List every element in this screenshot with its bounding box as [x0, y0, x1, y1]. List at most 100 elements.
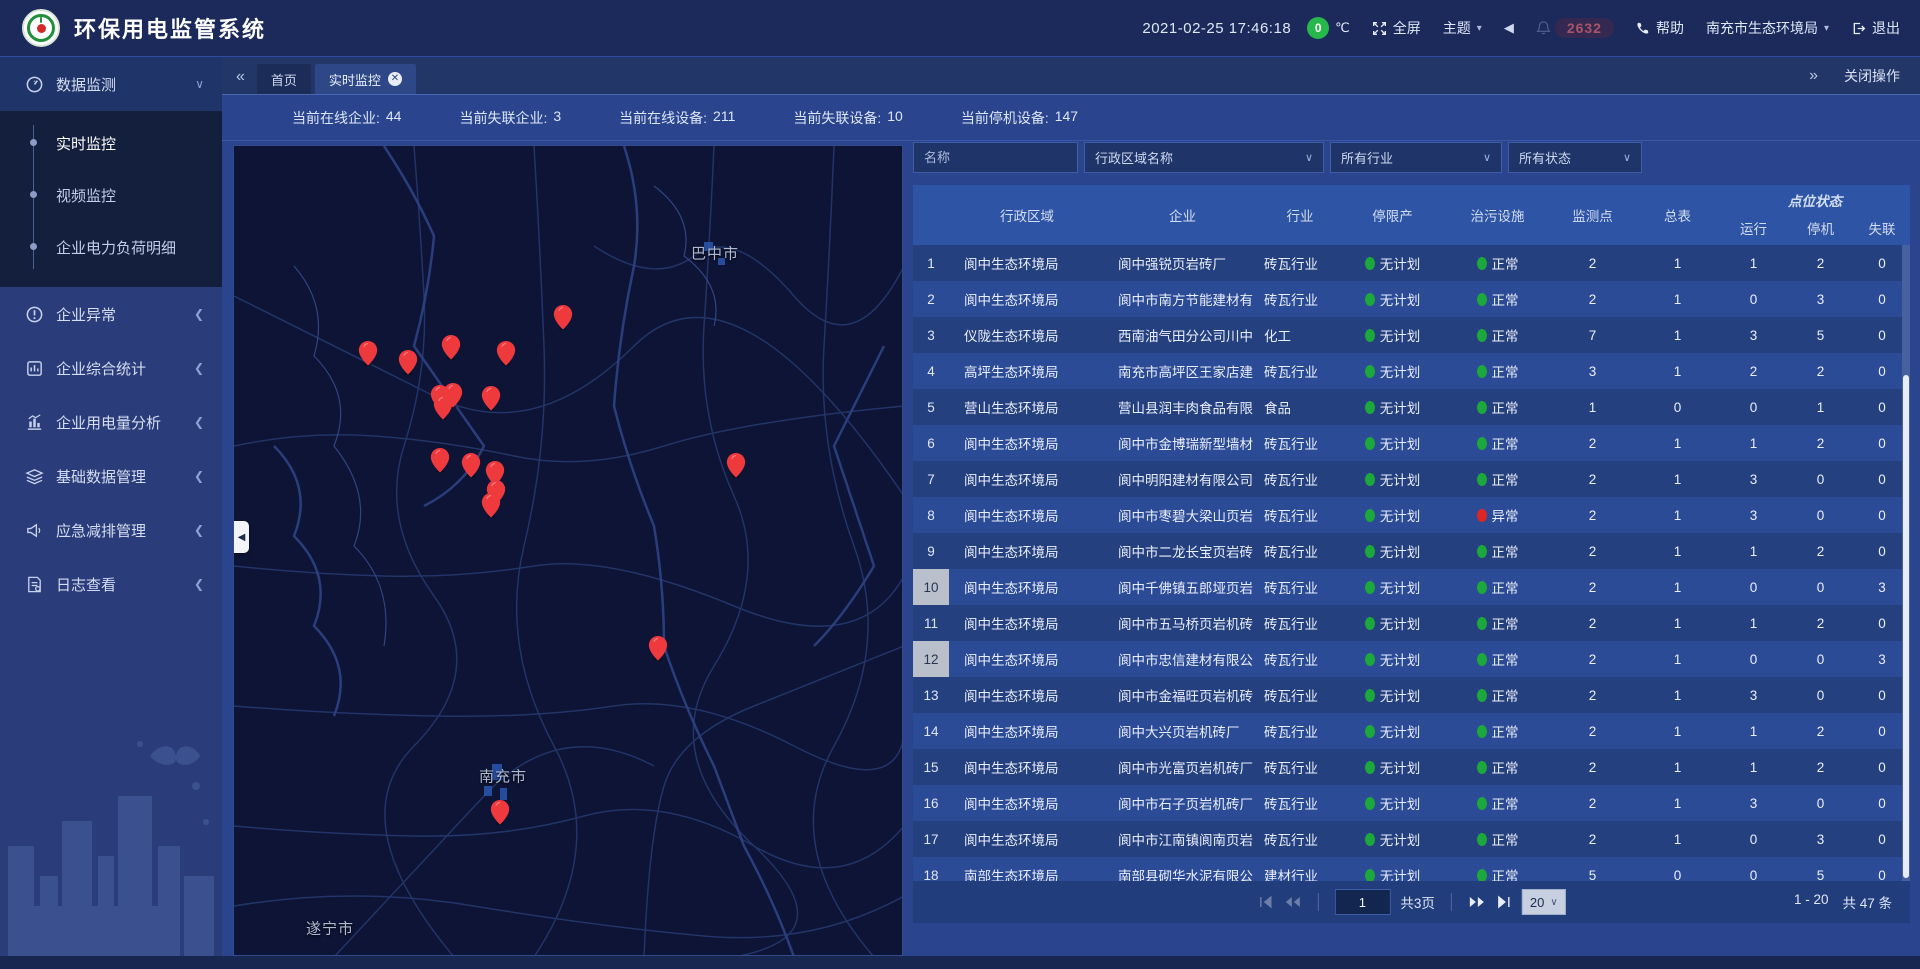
sidebar-group-2[interactable]: 企业综合统计❮ [0, 341, 222, 395]
table-scrollbar[interactable] [1902, 245, 1910, 882]
sidebar-group-0[interactable]: 数据监测∨ [0, 57, 222, 111]
sidebar-group-6[interactable]: 日志查看❮ [0, 557, 222, 611]
first-page-button[interactable] [1257, 895, 1273, 909]
table-row[interactable]: 1阆中生态环境局阆中强锐页岩砖厂砖瓦行业无计划正常21120 [913, 245, 1910, 281]
table-row[interactable]: 15阆中生态环境局阆中市光富页岩机砖厂砖瓦行业无计划正常21120 [913, 749, 1910, 785]
map-marker-icon[interactable] [490, 799, 510, 826]
temperature-unit: ℃ [1335, 20, 1350, 36]
megaphone-icon [24, 521, 44, 540]
table-row[interactable]: 4高坪生态环境局南充市高坪区王家店建砖瓦行业无计划正常31220 [913, 353, 1910, 389]
name-filter-field[interactable] [913, 142, 1078, 173]
fullscreen-button[interactable]: 全屏 [1372, 18, 1421, 38]
table-row[interactable]: 11阆中生态环境局阆中市五马桥页岩机砖砖瓦行业无计划正常21120 [913, 605, 1910, 641]
cell-run: 0 [1720, 389, 1787, 425]
cell-facility-status: 异常 [1445, 497, 1550, 533]
map-marker-icon[interactable] [481, 385, 501, 412]
cell-company: 西南油气田分公司川中 [1105, 317, 1260, 353]
sidebar-item-实时监控[interactable]: 实时监控 [0, 117, 222, 169]
table-row[interactable]: 12阆中生态环境局阆中市忠信建材有限公砖瓦行业无计划正常21003 [913, 641, 1910, 677]
status-dot-icon [1477, 545, 1487, 558]
close-operations-button[interactable]: 关闭操作 [1844, 66, 1900, 86]
help-button[interactable]: 帮助 [1636, 18, 1684, 38]
sidebar-group-3[interactable]: 企业用电量分析❮ [0, 395, 222, 449]
industry-filter-select[interactable]: 所有行业 ∨ [1330, 142, 1502, 173]
close-tab-icon[interactable]: ✕ [388, 72, 402, 86]
sidebar-menu: 数据监测∨实时监控视频监控企业电力负荷明细企业异常❮企业综合统计❮企业用电量分析… [0, 57, 222, 611]
org-dropdown[interactable]: 南充市生态环境局 ▾ [1706, 18, 1829, 38]
status-filter-select[interactable]: 所有状态 ∨ [1508, 142, 1642, 173]
cell-region: 阆中生态环境局 [949, 569, 1105, 605]
notification-area[interactable]: 2632 [1536, 18, 1614, 38]
cell-halt: 2 [1787, 425, 1854, 461]
map-marker-icon[interactable] [358, 340, 378, 367]
sidebar-submenu: 实时监控视频监控企业电力负荷明细 [0, 111, 222, 287]
table-row[interactable]: 5营山生态环境局营山县润丰肉食品有限食品无计划正常10010 [913, 389, 1910, 425]
tabs-scroll-right-icon[interactable]: » [1809, 67, 1818, 85]
region-filter-select[interactable]: 行政区域名称 ∨ [1084, 142, 1324, 173]
table-row[interactable]: 8阆中生态环境局阆中市枣碧大梁山页岩砖瓦行业无计划异常21300 [913, 497, 1910, 533]
table-row[interactable]: 7阆中生态环境局阆中明阳建材有限公司砖瓦行业无计划正常21300 [913, 461, 1910, 497]
tab-实时监控[interactable]: 实时监控✕ [315, 64, 416, 94]
cell-meters: 1 [1635, 569, 1720, 605]
table-row[interactable]: 14阆中生态环境局阆中大兴页岩机砖厂砖瓦行业无计划正常21120 [913, 713, 1910, 749]
map-marker-icon[interactable] [481, 492, 501, 519]
map-marker-icon[interactable] [726, 452, 746, 479]
status-dot-icon [1365, 761, 1375, 774]
cell-industry: 砖瓦行业 [1260, 641, 1340, 677]
tab-首页[interactable]: 首页 [257, 64, 311, 94]
table-row[interactable]: 10阆中生态环境局阆中千佛镇五郎垭页岩砖瓦行业无计划正常21003 [913, 569, 1910, 605]
map-collapse-button[interactable]: ◀ [234, 521, 249, 553]
cell-stop-status: 无计划 [1340, 641, 1445, 677]
table-row[interactable]: 16阆中生态环境局阆中市石子页岩机砖厂砖瓦行业无计划正常21300 [913, 785, 1910, 821]
map-marker-icon[interactable] [496, 340, 516, 367]
last-page-button[interactable] [1496, 895, 1512, 909]
cell-region: 营山生态环境局 [949, 389, 1105, 425]
page-number-input[interactable] [1334, 889, 1390, 915]
cell-points: 5 [1550, 857, 1635, 882]
sidebar-group-5[interactable]: 应急减排管理❮ [0, 503, 222, 557]
theme-dropdown[interactable]: 主题 ▾ [1443, 18, 1482, 38]
scrollbar-thumb[interactable] [1903, 375, 1909, 878]
status-dot-icon [1477, 869, 1487, 882]
mute-speaker-icon[interactable]: ◀ [1504, 20, 1514, 36]
status-dot-icon [1365, 581, 1375, 594]
cell-facility-status: 正常 [1445, 641, 1550, 677]
stat-value: 147 [1055, 108, 1078, 128]
table-row[interactable]: 6阆中生态环境局阆中市金博瑞新型墙材砖瓦行业无计划正常21120 [913, 425, 1910, 461]
name-filter-input[interactable] [924, 150, 1067, 165]
map-marker-icon[interactable] [441, 334, 461, 361]
map-panel[interactable]: 巴中市南充市遂宁市 ◀ [233, 145, 903, 956]
stat-value: 10 [887, 108, 903, 128]
tabs-scroll-left-icon[interactable]: « [222, 68, 257, 94]
sidebar-item-企业电力负荷明细[interactable]: 企业电力负荷明细 [0, 221, 222, 273]
status-dot-icon [1365, 365, 1375, 378]
cell-halt: 5 [1787, 317, 1854, 353]
cell-company: 阆中明阳建材有限公司 [1105, 461, 1260, 497]
sidebar-group-4[interactable]: 基础数据管理❮ [0, 449, 222, 503]
map-marker-icon[interactable] [430, 447, 450, 474]
table-row[interactable]: 2阆中生态环境局阆中市南方节能建材有砖瓦行业无计划正常21030 [913, 281, 1910, 317]
table-row[interactable]: 3仪陇生态环境局西南油气田分公司川中化工无计划正常71350 [913, 317, 1910, 353]
status-dot-icon [1477, 365, 1487, 378]
map-marker-icon[interactable] [461, 452, 481, 479]
logout-button[interactable]: 退出 [1851, 18, 1900, 38]
map-marker-icon[interactable] [553, 304, 573, 331]
sidebar-item-视频监控[interactable]: 视频监控 [0, 169, 222, 221]
record-total-label: 共 47 条 [1842, 892, 1892, 912]
prev-page-button[interactable] [1283, 895, 1301, 909]
map-marker-icon[interactable] [433, 394, 453, 421]
table-row[interactable]: 18南部生态环境局南部县砌华水泥有限公建材行业无计划正常50050 [913, 857, 1910, 882]
table-row[interactable]: 9阆中生态环境局阆中市二龙长宝页岩砖砖瓦行业无计划正常21120 [913, 533, 1910, 569]
chevron-left-icon: ❮ [194, 577, 204, 591]
cell-region: 南部生态环境局 [949, 857, 1105, 882]
cell-num: 10 [913, 569, 949, 605]
tab-bar: « 首页实时监控✕ » 关闭操作 [222, 57, 1920, 95]
sidebar-group-1[interactable]: 企业异常❮ [0, 287, 222, 341]
page-size-select[interactable]: 20 ∨ [1522, 889, 1566, 915]
table-row[interactable]: 17阆中生态环境局阆中市江南镇阆南页岩砖瓦行业无计划正常21030 [913, 821, 1910, 857]
next-page-button[interactable] [1468, 895, 1486, 909]
table-row[interactable]: 13阆中生态环境局阆中市金福旺页岩机砖砖瓦行业无计划正常21300 [913, 677, 1910, 713]
map-marker-icon[interactable] [398, 349, 418, 376]
cell-facility-status: 正常 [1445, 353, 1550, 389]
map-marker-icon[interactable] [648, 635, 668, 662]
